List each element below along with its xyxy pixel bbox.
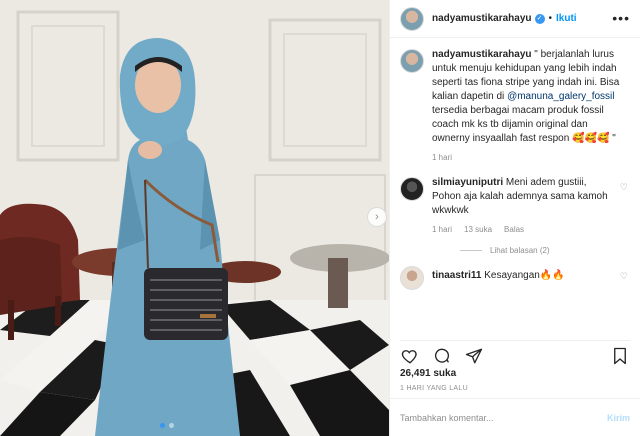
header-separator: • (548, 13, 553, 24)
carousel-dots (160, 423, 174, 428)
author-avatar[interactable] (400, 6, 424, 31)
post-photo[interactable]: › (0, 0, 389, 436)
caption-time: 1 hari (432, 153, 453, 162)
comments-section: nadyamustikarahayu " berjalanlah lurus u… (390, 48, 640, 330)
comment-meta: 1 hari 13 suka Balas (432, 225, 612, 234)
carousel-dot (169, 423, 174, 428)
comment-item: tinaastri11 Kesayangan🔥🔥 ♡ (400, 265, 628, 290)
caption-mention[interactable]: @manuna_galery_fossil (507, 91, 614, 102)
caption-username[interactable]: nadyamustikarahayu (432, 49, 532, 60)
comment-time: 1 hari (432, 225, 453, 234)
comment-item: silmiayuniputri Meni adem gustiii, Pohon… (400, 176, 628, 234)
comment-icon[interactable] (432, 346, 452, 366)
heart-icon[interactable] (400, 346, 420, 366)
more-options-icon[interactable]: ••• (612, 10, 630, 26)
commenter-avatar[interactable] (400, 177, 424, 201)
chevron-right-icon: › (375, 211, 379, 223)
view-replies-label: Lihat balasan (2) (490, 246, 550, 255)
likes-count[interactable]: 26,491 suka (400, 368, 456, 379)
verified-icon: ✓ (534, 13, 545, 24)
comment-text: silmiayuniputri Meni adem gustiii, Pohon… (432, 176, 612, 218)
comment-body: Kesayangan🔥🔥 (484, 270, 565, 281)
add-comment-bar: Kirim (390, 398, 640, 436)
next-photo-button[interactable]: › (367, 207, 387, 227)
post-header: nadyamustikarahayu ✓ • Ikuti ••• (390, 0, 640, 38)
post-sidebar: nadyamustikarahayu ✓ • Ikuti ••• nadyamu… (389, 0, 640, 436)
commenter-username[interactable]: silmiayuniputri (432, 177, 503, 188)
comment-input[interactable] (400, 412, 607, 423)
commenter-username[interactable]: tinaastri11 (432, 270, 481, 281)
commenter-avatar[interactable] (400, 266, 424, 290)
caption: nadyamustikarahayu " berjalanlah lurus u… (400, 48, 628, 162)
carousel-dot-active (160, 423, 165, 428)
post-timestamp: 1 HARI YANG LALU (400, 385, 468, 392)
caption-avatar[interactable] (400, 49, 424, 73)
comment-likes[interactable]: 13 suka (464, 225, 492, 234)
reply-button[interactable]: Balas (504, 225, 524, 234)
photo-illustration (0, 0, 389, 436)
post-comment-button[interactable]: Kirim (607, 413, 630, 423)
view-replies-button[interactable]: Lihat balasan (2) (460, 246, 628, 255)
share-icon[interactable] (464, 346, 484, 366)
post: › nadyamustikarahayu ✓ • Ikuti ••• nadya… (0, 0, 640, 436)
caption-meta: 1 hari (432, 153, 628, 162)
replies-divider (460, 250, 482, 251)
author-username[interactable]: nadyamustikarahayu (432, 13, 532, 24)
bookmark-icon[interactable] (610, 346, 630, 366)
caption-text: nadyamustikarahayu " berjalanlah lurus u… (432, 48, 628, 146)
comment-like-icon[interactable]: ♡ (620, 265, 628, 290)
caption-body-end: tersedia berbagai macam produk fossil co… (432, 105, 616, 144)
action-bar (400, 340, 630, 364)
follow-button[interactable]: Ikuti (556, 13, 577, 24)
comment-text: tinaastri11 Kesayangan🔥🔥 (432, 269, 612, 283)
comment-like-icon[interactable]: ♡ (620, 176, 628, 234)
